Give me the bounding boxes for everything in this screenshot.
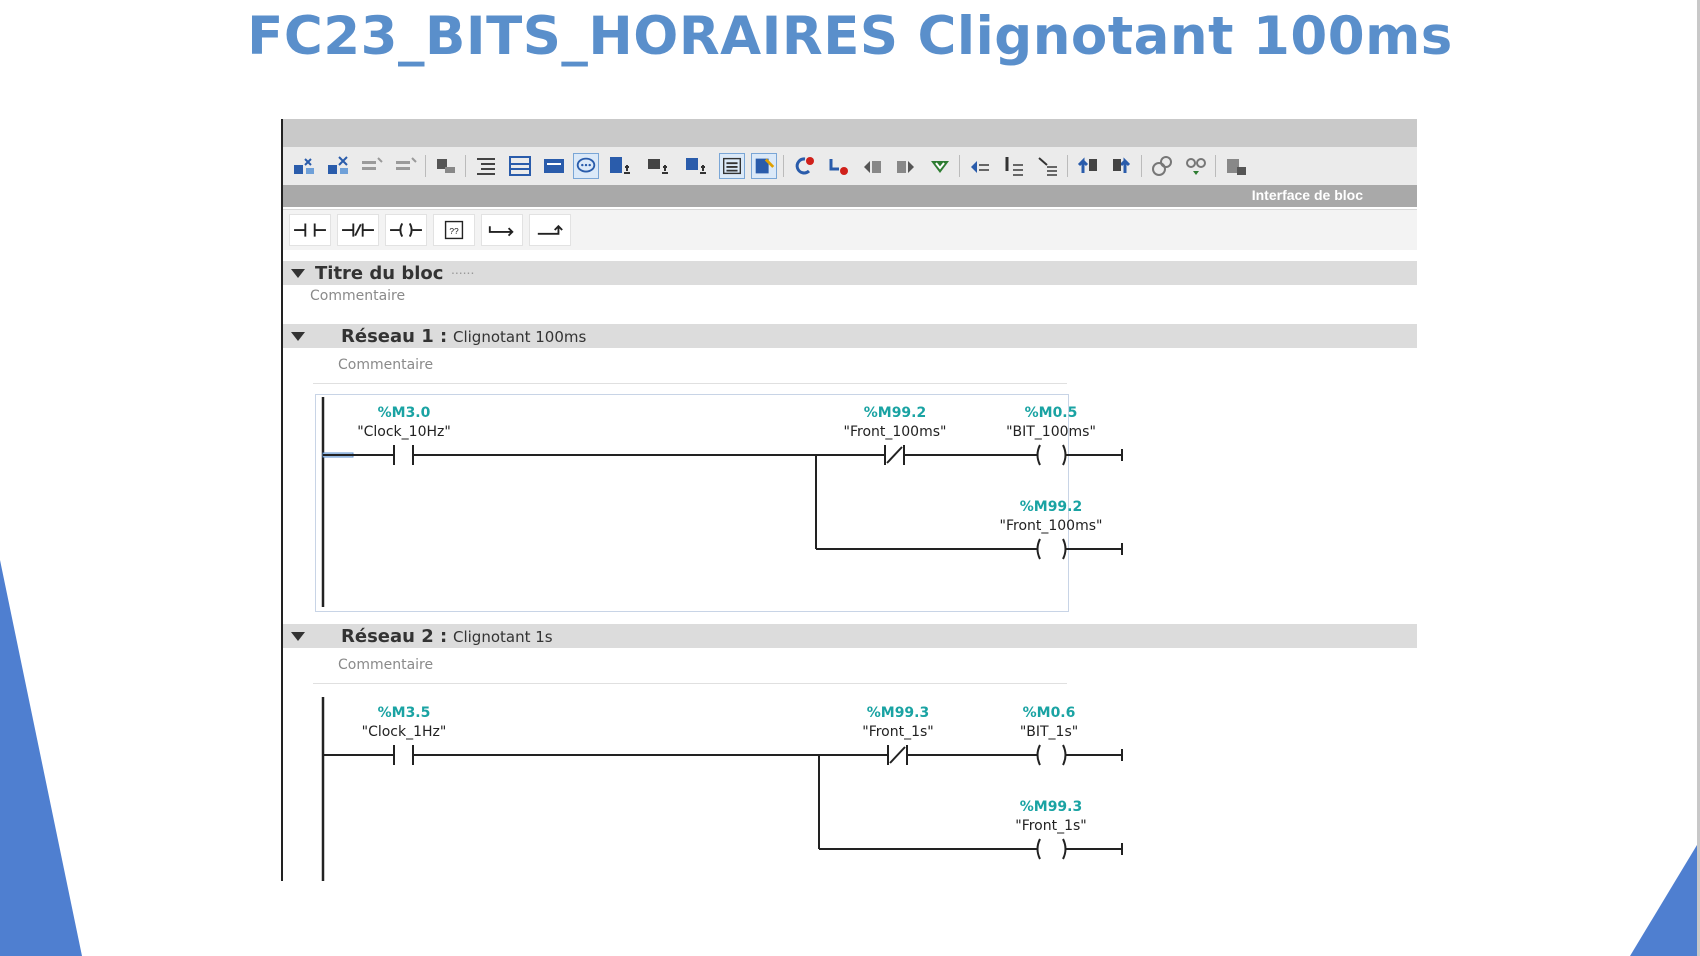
operand-symbol: "Front_1s" <box>862 724 934 740</box>
operand-symbol: "Front_100ms" <box>1000 518 1103 534</box>
slide-title: FC23_BITS_HORAIRES Clignotant 100ms <box>247 6 1453 67</box>
operand-symbol: "Clock_10Hz" <box>357 424 451 440</box>
operand-symbol: "BIT_1s" <box>1020 724 1078 740</box>
operand-address: %M99.2 <box>1020 499 1083 515</box>
operand-address: %M3.0 <box>378 405 431 421</box>
ladder-diagram: %M3.0 "Clock_10Hz" %M99.2 "Front_100ms" … <box>321 397 1123 881</box>
operand-address: %M99.3 <box>1020 799 1083 815</box>
network-1-ladder: %M3.0 "Clock_10Hz" %M99.2 "Front_100ms" … <box>321 397 1123 607</box>
operand-symbol: "Clock_1Hz" <box>362 724 447 740</box>
network-2-ladder: %M3.5 "Clock_1Hz" %M99.3 "Front_1s" %M0.… <box>321 697 1123 881</box>
ladder-editor: Interface de bloc ?? Titre du bloc .....… <box>281 119 1417 881</box>
decorative-right-triangle <box>1630 840 1700 956</box>
operand-address: %M0.6 <box>1023 705 1076 721</box>
operand-symbol: "Front_100ms" <box>844 424 947 440</box>
operand-symbol: "BIT_100ms" <box>1006 424 1096 440</box>
decorative-left-triangle <box>0 560 82 956</box>
operand-address: %M0.5 <box>1025 405 1078 421</box>
operand-address: %M3.5 <box>378 705 431 721</box>
operand-address: %M99.2 <box>864 405 927 421</box>
operand-symbol: "Front_1s" <box>1015 818 1087 834</box>
operand-address: %M99.3 <box>867 705 930 721</box>
